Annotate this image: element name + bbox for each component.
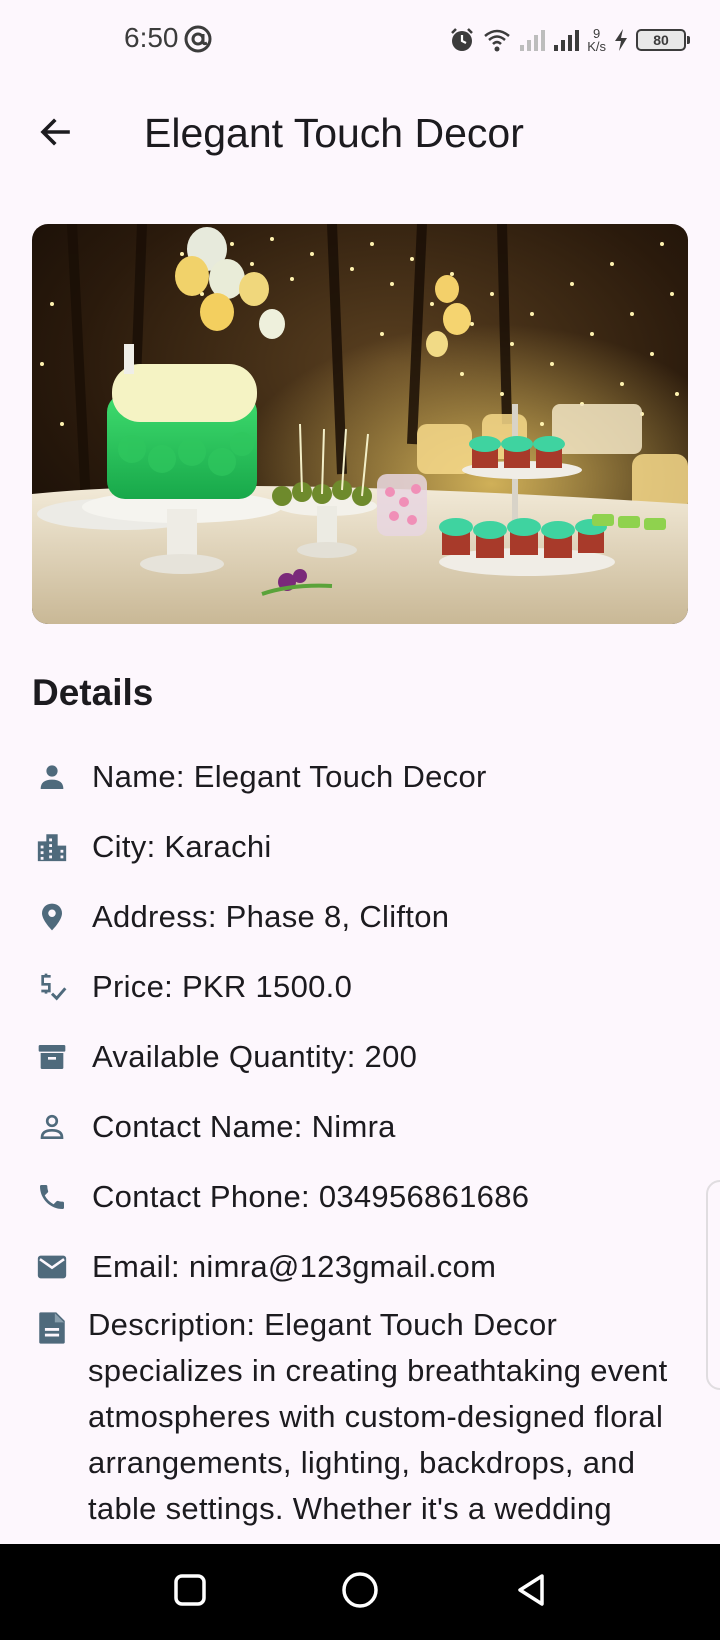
status-indicators: 9 K/s 80 [449,24,690,56]
square-recents-icon [172,1572,208,1613]
battery-level: 80 [653,32,669,48]
signal-weak-icon [519,28,546,52]
detail-row-city: City: Karachi [32,822,692,872]
network-speed: 9 K/s [587,27,606,53]
detail-row-contact-name: Contact Name: Nimra [32,1102,692,1152]
back-button[interactable] [28,106,84,162]
system-nav-bar [0,1544,720,1640]
description-icon [32,1308,72,1348]
detail-price-text: Price: PKR 1500.0 [92,969,353,1004]
at-sign-icon [184,25,212,53]
arrow-back-icon [38,114,74,155]
battery-indicator: 80 [636,29,690,51]
location-pin-icon [32,897,72,937]
detail-contact-name-text: Contact Name: Nimra [92,1109,396,1144]
detail-name-text: Name: Elegant Touch Decor [92,759,487,794]
detail-row-phone: Contact Phone: 034956861686 [32,1172,692,1222]
signal-icon [553,28,580,52]
page-title: Elegant Touch Decor [144,110,524,156]
detail-description-text: Description: Elegant Touch Decor special… [88,1307,668,1526]
person-outline-icon [32,1107,72,1147]
detail-row-email: Email: nimra@123gmail.com [32,1242,692,1292]
detail-address-text: Address: Phase 8, Clifton [92,899,450,934]
status-time: 6:50 [124,22,179,53]
phone-icon [32,1177,72,1217]
net-speed-unit: K/s [587,39,606,54]
detail-row-price: Price: PKR 1500.0 [32,962,692,1012]
vendor-photo [32,224,688,624]
detail-city-text: City: Karachi [92,829,272,864]
nav-back-button[interactable] [508,1568,556,1616]
circle-home-icon [340,1570,380,1615]
detail-quantity-text: Available Quantity: 200 [92,1039,418,1074]
screen-content: 6:50 9 K/s 80 Elegant Touch Decor Detail… [0,0,720,1544]
home-button[interactable] [336,1568,384,1616]
status-bar: 6:50 9 K/s 80 [0,0,720,80]
recents-button[interactable] [166,1568,214,1616]
person-icon [32,757,72,797]
detail-row-name: Name: Elegant Touch Decor [32,752,692,802]
wifi-icon [483,27,511,53]
edge-panel-handle[interactable] [706,1180,720,1390]
detail-email-text: Email: nimra@123gmail.com [92,1249,497,1284]
inventory-box-icon [32,1037,72,1077]
email-icon [32,1247,72,1287]
detail-row-address: Address: Phase 8, Clifton [32,892,692,942]
price-check-icon [32,967,72,1007]
triangle-back-icon [514,1572,550,1613]
alarm-icon [449,27,475,53]
city-icon [32,827,72,867]
detail-row-quantity: Available Quantity: 200 [32,1032,692,1082]
app-bar: Elegant Touch Decor [0,80,720,190]
detail-phone-text: Contact Phone: 034956861686 [92,1179,530,1214]
charging-icon [614,29,628,51]
details-heading: Details [32,672,154,713]
detail-row-description: Description: Elegant Touch Decor special… [32,1302,692,1532]
